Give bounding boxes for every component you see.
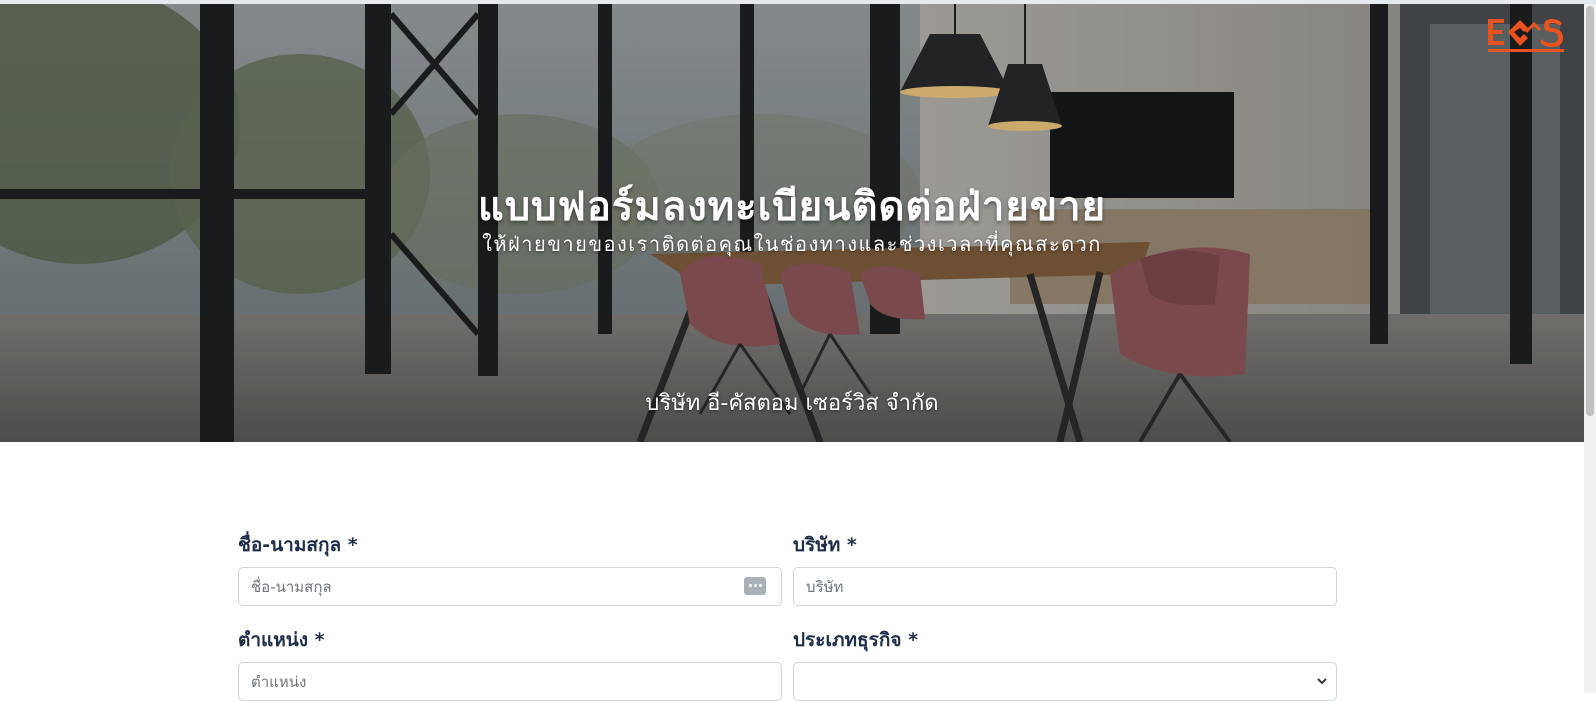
company-name: บริษัท อี-คัสตอม เซอร์วิส จำกัด [645, 391, 939, 416]
chevron-down-icon [1317, 678, 1327, 685]
name-label: ชื่อ-นามสกุล * [238, 534, 358, 556]
position-input[interactable] [238, 662, 782, 701]
page-scrollbar[interactable] [1584, 4, 1596, 693]
position-label: ตำแหน่ง * [238, 629, 325, 651]
name-input[interactable] [238, 567, 782, 606]
company-input[interactable] [793, 567, 1337, 606]
scrollbar-thumb[interactable] [1586, 6, 1594, 416]
business-type-label: ประเภทธุรกิจ * [793, 629, 919, 651]
ecs-logo [1488, 19, 1564, 52]
page-subtitle: ให้ฝ่ายขายของเราติดต่อคุณในช่องทางและช่ว… [482, 232, 1102, 256]
hero-banner: แบบฟอร์มลงทะเบียนติดต่อฝ่ายขาย ให้ฝ่ายขา… [0, 4, 1584, 442]
business-type-select[interactable] [793, 662, 1337, 701]
autofill-icon[interactable] [744, 577, 766, 595]
company-label: บริษัท * [793, 534, 857, 556]
